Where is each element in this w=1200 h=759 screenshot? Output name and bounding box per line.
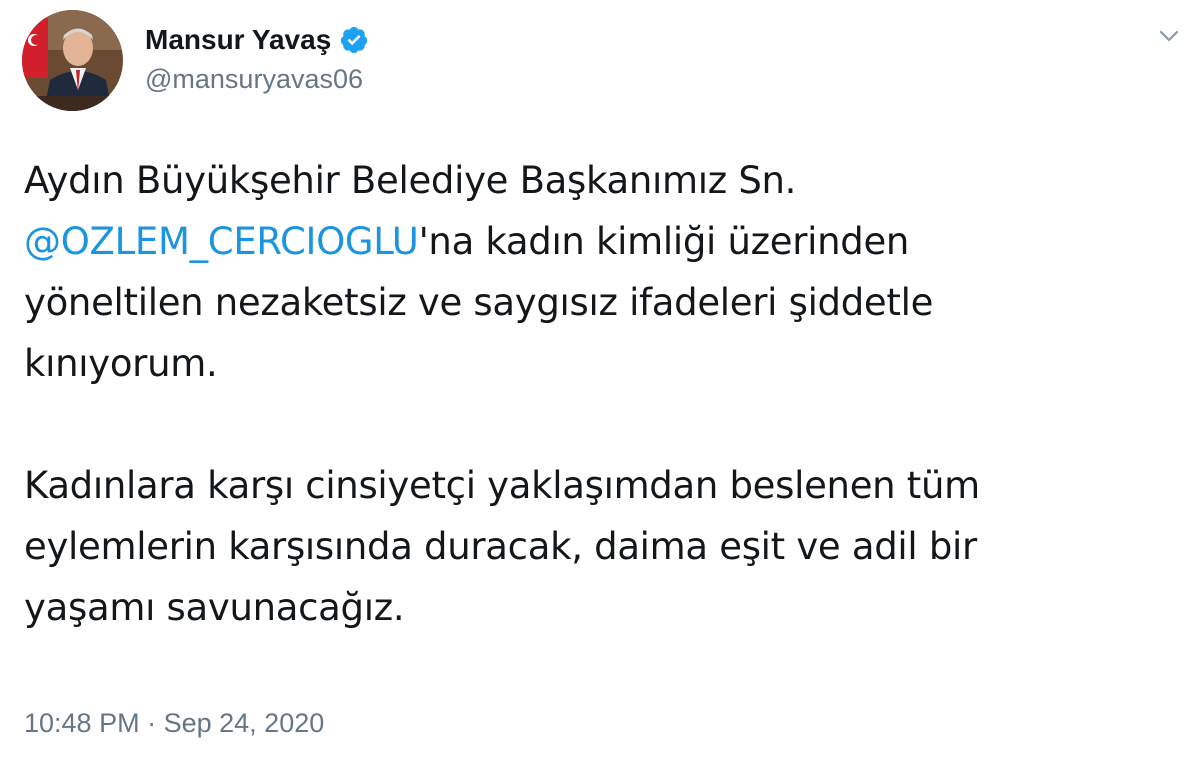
verified-badge-icon (339, 25, 369, 55)
tweet-paragraph-1: Aydın Büyükşehir Belediye Başkanımız Sn.… (24, 150, 1174, 394)
tweet-line: Kadınlara karşı cinsiyetçi yaklaşımdan b… (24, 464, 980, 507)
tweet-text: Aydın Büyükşehir Belediye Başkanımız Sn.… (24, 150, 1174, 638)
tweet-line: yaşamı savunacağız. (24, 586, 405, 629)
tweet-line: kınıyorum. (24, 342, 218, 385)
tweet-card: Mansur Yavaş @mansuryavas06 Aydın Büyükş… (0, 0, 1200, 759)
tweet-line: eylemlerin karşısında duracak, daima eşi… (24, 525, 977, 568)
chevron-down-icon[interactable] (1155, 22, 1183, 50)
tweet-line: Aydın Büyükşehir Belediye Başkanımız Sn. (24, 159, 797, 202)
tweet-line: 'na kadın kimliği üzerinden (418, 220, 910, 263)
author-name-row: Mansur Yavaş (145, 22, 369, 58)
mention-link[interactable]: @OZLEM_CERCIOGLU (24, 220, 419, 263)
tweet-date[interactable]: Sep 24, 2020 (164, 708, 325, 738)
avatar[interactable] (22, 10, 123, 111)
display-name[interactable]: Mansur Yavaş (145, 24, 331, 56)
avatar-image (22, 10, 123, 111)
username[interactable]: @mansuryavas06 (145, 64, 363, 95)
tweet-time[interactable]: 10:48 PM (24, 708, 140, 738)
tweet-line: yöneltilen nezaketsiz ve saygısız ifadel… (24, 281, 934, 324)
tweet-paragraph-2: Kadınlara karşı cinsiyetçi yaklaşımdan b… (24, 455, 1174, 638)
tweet-metadata: 10:48 PM · Sep 24, 2020 (24, 708, 324, 739)
meta-separator: · (147, 708, 157, 738)
